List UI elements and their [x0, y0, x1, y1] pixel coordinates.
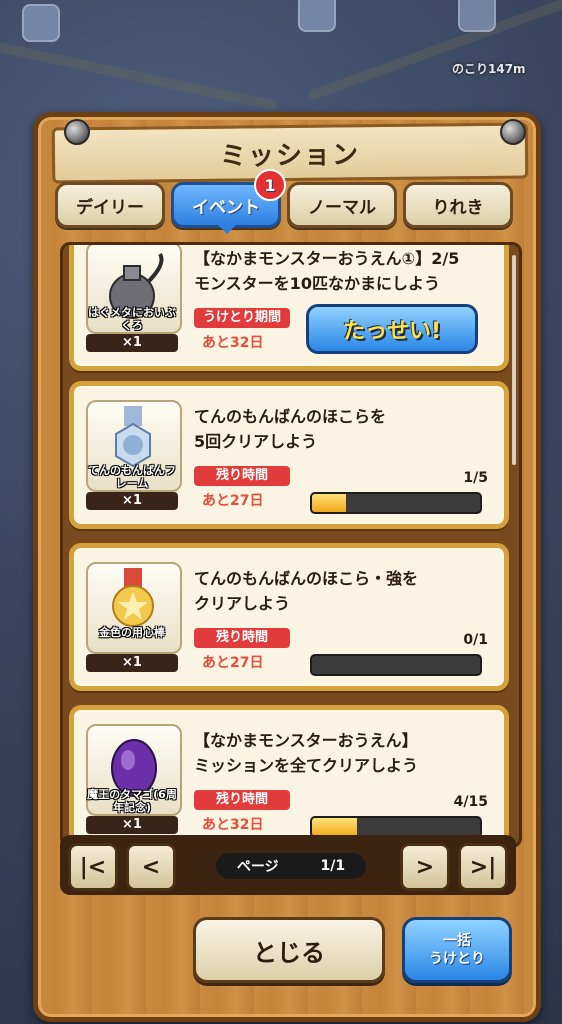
mission-title: 【なかまモンスターおうえん①】2/5 モンスターを10匹なかまにしよう — [194, 246, 494, 296]
page-value: 1/1 — [320, 858, 346, 874]
time-label: 残り時間 — [194, 628, 290, 648]
mission-card: 魔王のタマゴ(6周年記念) ×1 【なかまモンスターおうえん】 ミッションを全て… — [69, 705, 509, 845]
bulk-receive-button[interactable]: 一括 うけとり — [402, 917, 512, 983]
mission-title-line: てんのもんばんのほこらを — [194, 407, 387, 426]
bulk-receive-line: 一括 — [443, 933, 471, 949]
remaining-time: あと27日 — [202, 655, 264, 671]
first-page-button[interactable]: |< — [68, 843, 118, 891]
bulk-receive-line: うけとり — [429, 951, 485, 967]
map-road — [0, 38, 278, 112]
mission-title-line: 【なかまモンスターおうえん】 — [194, 731, 418, 750]
mission-title-line: ミッションを全てクリアしよう — [194, 756, 419, 775]
remaining-time: あと32日 — [202, 817, 264, 833]
remaining-time: あと27日 — [202, 493, 264, 509]
page-label: ページ — [236, 859, 279, 875]
mission-title: てんのもんばんのほこら・強を クリアしよう — [194, 566, 494, 616]
time-label: 残り時間 — [194, 790, 290, 810]
panel-title: ミッション — [51, 122, 529, 184]
reward-quantity: ×1 — [86, 334, 178, 352]
mission-title-line: 5回クリアしよう — [194, 432, 318, 451]
next-page-button[interactable]: > — [400, 843, 450, 891]
tab-daily[interactable]: デイリー — [55, 182, 165, 228]
map-marker-icon — [22, 4, 60, 42]
reward-name: はぐメタにおいぶくろ — [88, 306, 176, 332]
progress-bar — [310, 654, 482, 676]
reward-name: 金色の用心棒 — [99, 626, 165, 639]
mission-title: 【なかまモンスターおうえん】 ミッションを全てクリアしよう — [194, 728, 494, 778]
progress-count: 4/15 — [453, 794, 488, 810]
reward-quantity: ×1 — [86, 492, 178, 510]
prev-page-button[interactable]: < — [126, 843, 176, 891]
notification-badge: 1 — [254, 169, 286, 201]
page-indicator: ページ 1/1 — [216, 853, 366, 879]
pin-icon — [500, 119, 526, 145]
tab-label: イベント — [192, 197, 260, 218]
progress-bar — [310, 492, 482, 514]
remaining-time: あと32日 — [202, 335, 264, 351]
reward-name: てんのもんばんフレーム — [88, 464, 176, 490]
mission-title-line: 【なかまモンスターおうえん①】2/5 — [194, 249, 460, 268]
tab-history[interactable]: りれき — [403, 182, 513, 228]
mission-title-line: てんのもんばんのほこら・強を — [194, 569, 419, 588]
chevron-right-icon: > — [415, 854, 435, 880]
remaining-distance: のこり147m — [452, 62, 526, 76]
mission-title: てんのもんばんのほこらを 5回クリアしよう — [194, 404, 494, 454]
reward-name: 魔王のタマゴ(6周年記念) — [87, 788, 177, 814]
map-marker-icon — [298, 0, 336, 32]
pin-icon — [64, 119, 90, 145]
tab-event[interactable]: イベント 1 — [171, 169, 286, 234]
mission-board: ミッション デイリー イベント 1 ノーマル りれき はぐメタにおいぶくろ ×1 — [33, 112, 541, 1022]
last-page-button[interactable]: >| — [458, 843, 508, 891]
time-label: 残り時間 — [194, 466, 290, 486]
tab-bar: デイリー イベント 1 ノーマル りれき — [55, 169, 525, 234]
time-label: うけとり期間 — [194, 308, 290, 328]
achieved-button[interactable]: たっせい! — [306, 304, 478, 354]
tab-normal[interactable]: ノーマル — [287, 182, 397, 228]
first-page-icon: |< — [79, 854, 107, 880]
progress-count: 0/1 — [463, 632, 488, 648]
scrollbar[interactable] — [512, 255, 516, 465]
last-page-icon: >| — [469, 854, 497, 880]
mission-list[interactable]: はぐメタにおいぶくろ ×1 【なかまモンスターおうえん①】2/5 モンスターを1… — [60, 242, 522, 848]
map-road — [307, 0, 562, 102]
progress-fill — [312, 818, 358, 836]
reward-quantity: ×1 — [86, 654, 178, 672]
reward-thumbnail — [86, 562, 182, 654]
mission-title-line: クリアしよう — [194, 594, 291, 613]
progress-count: 1/5 — [463, 470, 488, 486]
close-button[interactable]: とじる — [193, 917, 385, 983]
mission-card: はぐメタにおいぶくろ ×1 【なかまモンスターおうえん①】2/5 モンスターを1… — [69, 245, 509, 371]
pager: |< < ページ 1/1 > >| — [60, 835, 516, 895]
chevron-left-icon: < — [141, 854, 161, 880]
map-marker-icon — [458, 0, 496, 32]
mission-card: てんのもんばんフレーム ×1 てんのもんばんのほこらを 5回クリアしよう 残り時… — [69, 381, 509, 529]
progress-fill — [312, 494, 346, 512]
reward-quantity: ×1 — [86, 816, 178, 834]
mission-card: 金色の用心棒 ×1 てんのもんばんのほこら・強を クリアしよう 残り時間 あと2… — [69, 543, 509, 691]
mission-title-line: モンスターを10匹なかまにしよう — [194, 274, 440, 293]
